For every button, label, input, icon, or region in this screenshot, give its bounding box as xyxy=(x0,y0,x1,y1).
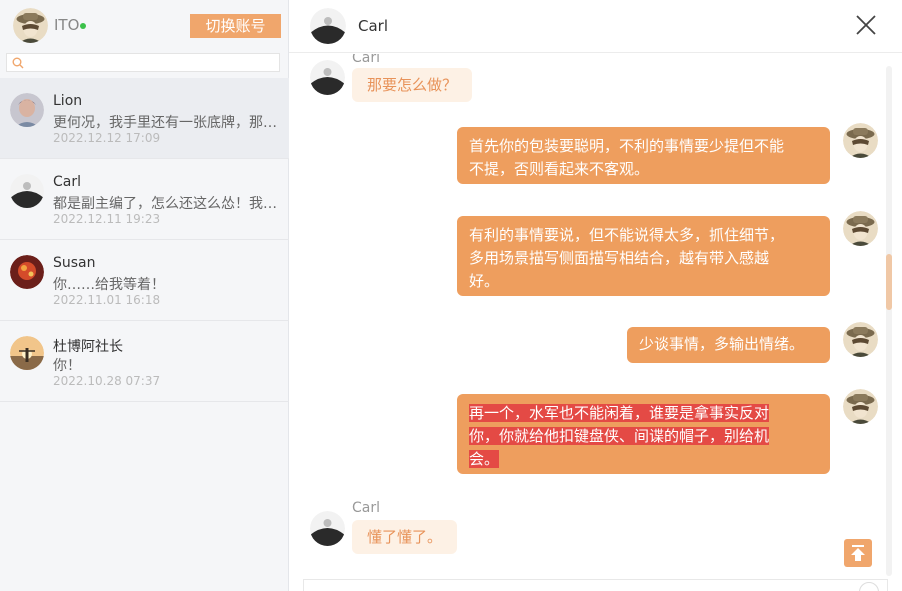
conversation-time: 2022.10.28 07:37 xyxy=(53,374,161,388)
chat-app: ITO 切换账号 Lion 更何况，我手里还有一张底牌，那… 2022.12.1… xyxy=(0,0,902,591)
message-bubble-highlighted: 再一个，水军也不能闲着，谁要是拿事实反对 你，你就给他扣键盘侠、间谍的帽子，别给… xyxy=(457,394,830,474)
search-box[interactable] xyxy=(6,53,280,72)
message-bubble: 有利的事情要说，但不能说得太多，抓住细节， 多用场景描写侧面描写相结合，越有带入… xyxy=(457,216,830,296)
avatar xyxy=(10,255,44,289)
avatar xyxy=(310,8,346,44)
search-icon xyxy=(12,57,24,69)
conversation-preview: 你……给我等着！ xyxy=(53,277,165,293)
conversation-name: Susan xyxy=(53,255,96,271)
conversation-name: 杜博阿社长 xyxy=(53,339,123,355)
avatar xyxy=(843,123,878,158)
conversation-name: Carl xyxy=(53,174,81,190)
conversation-item-dubo[interactable]: 杜博阿社长 你！ 2022.10.28 07:37 xyxy=(0,321,289,402)
message-bubble: 少谈事情，多输出情绪。 xyxy=(627,327,830,363)
message-list: Carl 那要怎么做？ 首先你的包装要聪明，不利的事情要少提但不能 不提，否则看… xyxy=(289,54,885,580)
message-input-area[interactable] xyxy=(303,579,888,591)
message-line: 再一个，水军也不能闲着，谁要是拿事实反对 xyxy=(469,404,770,422)
emoji-icon[interactable] xyxy=(859,582,879,591)
avatar xyxy=(10,174,44,208)
conversation-time: 2022.12.11 19:23 xyxy=(53,212,161,226)
conversation-preview: 更何况，我手里还有一张底牌，那… xyxy=(53,115,277,131)
conversation-time: 2022.11.01 16:18 xyxy=(53,293,161,307)
chat-header: Carl xyxy=(289,0,902,53)
avatar xyxy=(843,389,878,424)
message-bubble: 首先你的包装要聪明，不利的事情要少提但不能 不提，否则看起来不客观。 xyxy=(457,127,830,184)
sender-name: Carl xyxy=(352,500,380,516)
conversation-preview: 你！ xyxy=(53,358,81,374)
my-username: ITO xyxy=(54,16,80,34)
my-avatar[interactable] xyxy=(13,8,48,43)
message-line: 会。 xyxy=(469,450,500,468)
avatar xyxy=(310,511,345,546)
message-line: 少谈事情，多输出情绪。 xyxy=(639,335,805,353)
online-status-dot xyxy=(80,23,86,29)
avatar xyxy=(10,93,44,127)
scroll-to-top-button[interactable] xyxy=(844,539,872,567)
sender-name: Carl xyxy=(352,54,380,66)
scrollbar-track[interactable] xyxy=(886,66,892,576)
conversation-item-lion[interactable]: Lion 更何况，我手里还有一张底牌，那… 2022.12.12 17:09 xyxy=(0,78,289,159)
conversation-list: Lion 更何况，我手里还有一张底牌，那… 2022.12.12 17:09 C… xyxy=(0,78,289,402)
message-line: 好。 xyxy=(469,272,500,290)
avatar xyxy=(310,60,345,95)
avatar xyxy=(843,322,878,357)
chat-title: Carl xyxy=(358,17,388,35)
arrow-up-icon xyxy=(851,545,865,561)
message-line: 首先你的包装要聪明，不利的事情要少提但不能 xyxy=(469,137,785,155)
message-line: 多用场景描写侧面描写相结合，越有带入感越 xyxy=(469,249,770,267)
avatar xyxy=(843,211,878,246)
switch-account-button[interactable]: 切换账号 xyxy=(190,14,281,38)
chat-panel: Carl Carl 那要怎么做？ 首先你的包装要聪明，不利的事情要少提但不能 不… xyxy=(289,0,902,591)
scrollbar-thumb[interactable] xyxy=(886,254,892,310)
message-line: 你，你就给他扣键盘侠、间谍的帽子，别给机 xyxy=(469,427,770,445)
message-bubble: 那要怎么做？ xyxy=(352,68,473,102)
avatar xyxy=(10,336,44,370)
sidebar: ITO 切换账号 Lion 更何况，我手里还有一张底牌，那… 2022.12.1… xyxy=(0,0,289,591)
search-input[interactable] xyxy=(27,54,277,71)
conversation-item-carl[interactable]: Carl 都是副主编了，怎么还这么怂！我… 2022.12.11 19:23 xyxy=(0,159,289,240)
message-bubble: 懂了懂了。 xyxy=(352,520,458,554)
sidebar-header: ITO 切换账号 xyxy=(0,0,289,50)
conversation-time: 2022.12.12 17:09 xyxy=(53,131,161,145)
close-icon[interactable] xyxy=(855,14,877,36)
conversation-item-susan[interactable]: Susan 你……给我等着！ 2022.11.01 16:18 xyxy=(0,240,289,321)
conversation-preview: 都是副主编了，怎么还这么怂！我… xyxy=(53,196,277,212)
conversation-name: Lion xyxy=(53,93,83,109)
message-line: 有利的事情要说，但不能说得太多，抓住细节， xyxy=(469,226,785,244)
message-line: 不提，否则看起来不客观。 xyxy=(469,160,650,178)
